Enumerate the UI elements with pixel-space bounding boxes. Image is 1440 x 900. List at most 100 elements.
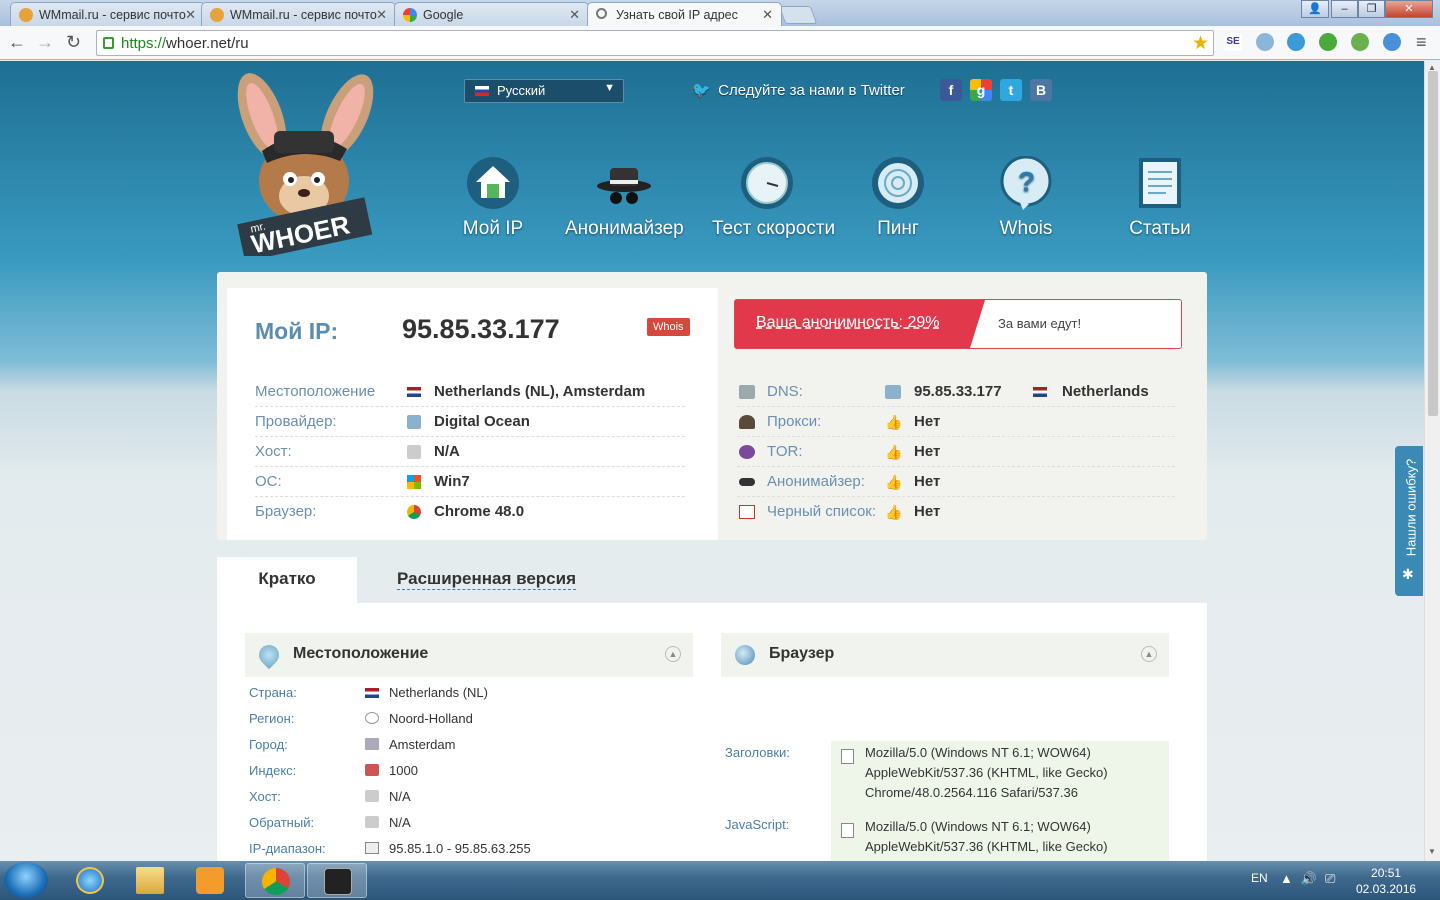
extension-compass-icon[interactable] (1383, 33, 1401, 51)
nav-label: Пинг (877, 218, 919, 239)
vertical-scrollbar[interactable]: ▲ ▼ (1424, 61, 1440, 861)
row-label: DNS: (767, 383, 803, 400)
scrollbar-thumb[interactable] (1428, 71, 1438, 416)
spy-icon (739, 415, 755, 429)
internet-explorer-icon (76, 867, 104, 894)
windows-taskbar: EN ▲🔊⎚ 20:51 02.03.2016 (0, 861, 1440, 900)
close-window-button[interactable]: ✕ (1385, 0, 1433, 18)
row-value: 1000 (389, 763, 418, 778)
browser-tab-active[interactable]: Узнать свой IP адрес ✕ (587, 2, 782, 26)
row-value: 95.85.1.0 - 95.85.63.255 (389, 841, 531, 856)
minimize-button[interactable]: – (1331, 0, 1358, 18)
url-scheme: https:// (121, 35, 167, 52)
nav-my-ip[interactable]: Мой IP (452, 156, 534, 240)
nav-label: Тест скорости (712, 218, 836, 239)
close-icon[interactable]: ✕ (569, 7, 580, 23)
nav-ping[interactable]: Пинг (866, 156, 930, 240)
address-bar[interactable]: https://whoer.net/ru ★ (96, 30, 1214, 56)
russia-flag-icon (475, 86, 489, 96)
tab-extended[interactable]: Расширенная версия (397, 569, 577, 590)
taskbar-chrome[interactable] (245, 863, 305, 898)
collapse-icon[interactable]: ▲ (1141, 646, 1157, 662)
extension-se-icon[interactable]: SE (1224, 33, 1242, 51)
whois-button[interactable]: Whois (647, 318, 690, 336)
extension-refresh-icon[interactable] (1351, 33, 1369, 51)
row-value: Нет (914, 413, 941, 430)
netherlands-flag-icon (1033, 387, 1047, 397)
taskbar-media-player[interactable] (180, 863, 240, 898)
user-icon[interactable]: 👤 (1301, 0, 1329, 18)
location-section-header[interactable]: Местоположение ▲ (245, 633, 693, 677)
url-text[interactable]: https://whoer.net/ru (121, 35, 249, 52)
back-arrow-icon[interactable]: ← (8, 32, 26, 52)
close-icon[interactable]: ✕ (762, 7, 773, 23)
radar-icon (871, 156, 925, 210)
system-tray-icons[interactable]: ▲🔊⎚ (1280, 871, 1343, 887)
row-label: IP-диапазон: (249, 841, 326, 856)
lock-icon (103, 37, 114, 49)
row-value: Amsterdam (389, 737, 456, 752)
nav-speed-test[interactable]: Тест скорости (712, 156, 836, 240)
check-row-proxy: Прокси: 👍 Нет (737, 407, 1175, 437)
check-row-tor: TOR: 👍 Нет (737, 437, 1175, 467)
taskbar-explorer[interactable] (120, 863, 180, 898)
mr-whoer-logo[interactable]: mr. WHOER (222, 71, 382, 262)
thumbs-up-icon: 👍 (885, 414, 903, 430)
vkontakte-icon[interactable]: B (1030, 79, 1052, 101)
extension-globe-icon[interactable] (1319, 33, 1337, 51)
server-icon (407, 445, 421, 459)
nav-anonymizer[interactable]: Анонимайзер (565, 156, 684, 240)
facebook-icon[interactable]: f (940, 79, 962, 101)
tor-onion-icon (739, 445, 755, 459)
browser-tab[interactable]: WMmail.ru - сервис почто ✕ (201, 2, 396, 26)
twitter-icon[interactable]: t (1000, 79, 1022, 101)
extension-monitor-icon[interactable] (1256, 33, 1274, 51)
language-select[interactable]: Русский ▼ (464, 79, 624, 103)
clock[interactable]: 20:51 02.03.2016 (1356, 865, 1416, 897)
taskbar-app[interactable] (307, 863, 367, 898)
tab-short[interactable]: Кратко (217, 557, 357, 603)
my-ip-label: Мой IP: (255, 318, 339, 344)
collapse-icon[interactable]: ▲ (665, 646, 681, 662)
browser-tab[interactable]: WMmail.ru - сервис почто ✕ (10, 2, 205, 26)
bookmark-star-icon[interactable]: ★ (1192, 32, 1209, 55)
question-bubble-icon: ? (999, 155, 1053, 210)
close-icon[interactable]: ✕ (376, 7, 387, 23)
check-row-dns: DNS: 95.85.33.177 Netherlands (737, 377, 1175, 407)
row-value: N/A (389, 815, 411, 830)
google-favicon-icon (403, 8, 417, 22)
start-button[interactable] (4, 862, 48, 898)
mailbox-icon (365, 764, 379, 776)
keyboard-language[interactable]: EN (1251, 871, 1268, 885)
compass-icon (365, 712, 379, 724)
reload-icon[interactable]: ↻ (66, 32, 81, 52)
nav-whois[interactable]: ? Whois (995, 155, 1057, 240)
twitter-follow-link[interactable]: 🐦 Следуйте за нами в Twitter (692, 81, 905, 99)
glasses-icon (739, 478, 755, 486)
google-plus-icon[interactable]: g (970, 79, 992, 101)
restore-button[interactable]: ❐ (1358, 0, 1385, 18)
report-error-tab[interactable]: Нашли ошибку? ✱ (1395, 446, 1423, 596)
close-icon[interactable]: ✕ (185, 7, 196, 23)
twitter-label: Следуйте за нами в Twitter (718, 82, 905, 99)
network-icon (885, 385, 901, 399)
nav-articles[interactable]: Статьи (1128, 156, 1192, 240)
browser-section-header[interactable]: Браузер ▲ (721, 633, 1169, 677)
provider-icon (407, 415, 421, 429)
forward-arrow-icon[interactable]: → (36, 32, 54, 52)
anonymity-score[interactable]: Ваша анонимность: 29% (756, 314, 939, 332)
house-icon (466, 156, 520, 210)
row-label: Индекс: (249, 763, 297, 778)
svg-text:?: ? (1018, 166, 1035, 197)
extension-r2p-icon[interactable] (1287, 33, 1305, 51)
scroll-down-arrow-icon[interactable]: ▼ (1428, 847, 1436, 856)
tab-title: Узнать свой IP адрес (616, 8, 738, 22)
new-tab-button[interactable] (778, 6, 818, 24)
browser-tab[interactable]: Google ✕ (394, 2, 589, 26)
row-label: Браузер: (255, 503, 317, 520)
taskbar-ie[interactable] (60, 863, 120, 898)
document-icon (841, 823, 854, 838)
row-label: Обратный: (249, 815, 315, 830)
row-value: Netherlands (NL), Amsterdam (434, 383, 646, 400)
menu-icon[interactable]: ≡ (1416, 32, 1427, 52)
